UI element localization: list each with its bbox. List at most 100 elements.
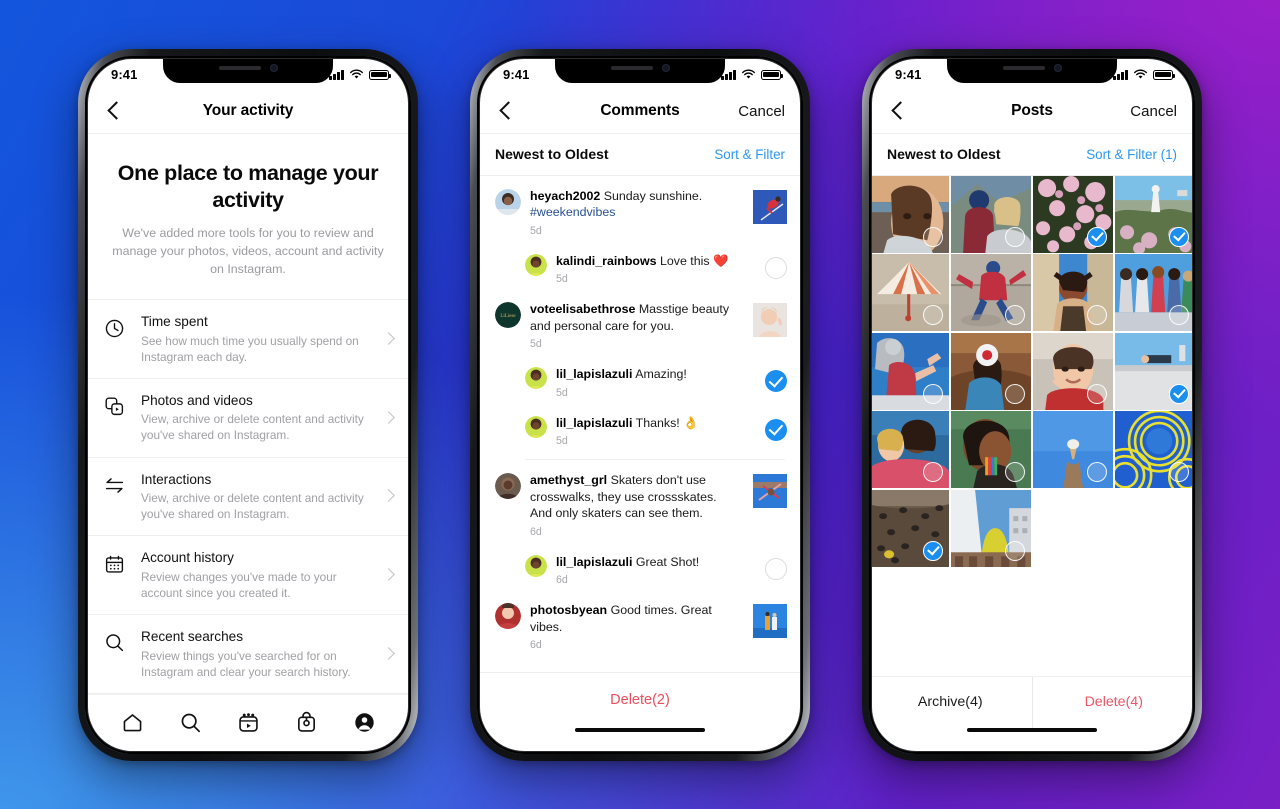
select-toggle-unchecked[interactable] xyxy=(923,383,944,404)
interactions-arrows-icon xyxy=(101,473,127,499)
sort-and-filter-button[interactable]: Sort & Filter xyxy=(714,147,785,162)
comment-time: 6d xyxy=(556,574,568,586)
avatar xyxy=(525,554,547,577)
grid-cell[interactable] xyxy=(1114,411,1195,488)
grid-cell[interactable] xyxy=(869,332,950,410)
select-toggle-unchecked[interactable] xyxy=(1169,305,1189,325)
phone-posts: 9:41 Posts Cancel Newest to Oldest Sort … xyxy=(862,48,1202,761)
grid-cell[interactable] xyxy=(869,175,950,253)
grid-cell[interactable] xyxy=(1032,332,1114,410)
archive-button[interactable]: Archive(4) xyxy=(869,676,1033,728)
comment-username[interactable]: lil_lapislazuli xyxy=(556,555,632,569)
select-toggle-checked[interactable] xyxy=(1169,226,1189,247)
calendar-icon xyxy=(101,551,127,577)
list-item-photos-and-videos[interactable]: Photos and videos View, archive or delet… xyxy=(85,379,411,458)
comment-item[interactable]: lil_lapislazuli Thanks! 👌 5d xyxy=(477,407,803,456)
comment-item[interactable]: lil_lapislazuli Amazing! 5d xyxy=(477,358,803,407)
cancel-button[interactable]: Cancel xyxy=(738,103,785,120)
delete-posts-button[interactable]: Delete(4) xyxy=(1033,677,1196,728)
list-item-account-history[interactable]: Account history Review changes you've ma… xyxy=(85,536,411,615)
comment-body: Thanks! 👌 xyxy=(635,415,699,430)
select-toggle-unchecked[interactable] xyxy=(1005,540,1026,561)
back-button[interactable] xyxy=(103,100,125,122)
status-time: 9:41 xyxy=(895,67,922,82)
back-button[interactable] xyxy=(887,100,909,122)
select-toggle-checked[interactable] xyxy=(765,418,787,441)
list-item-interactions[interactable]: Interactions View, archive or delete con… xyxy=(85,458,411,537)
select-toggle-unchecked[interactable] xyxy=(1005,226,1026,247)
status-icons xyxy=(1113,69,1176,80)
grid-cell[interactable] xyxy=(869,411,950,488)
grid-cell[interactable] xyxy=(1032,175,1114,253)
grid-cell[interactable] xyxy=(1114,332,1195,410)
comment-time: 5d xyxy=(556,386,568,399)
comment-item[interactable]: lil_lapislazuli Great Shot! 6d xyxy=(477,546,803,595)
back-button[interactable] xyxy=(495,100,517,122)
hashtag-link[interactable]: #weekendvibes xyxy=(530,205,615,219)
list-item-desc: Review things you've searched for on Ins… xyxy=(141,648,351,679)
comment-username[interactable]: photosbyean xyxy=(530,603,607,617)
home-icon[interactable] xyxy=(119,709,145,735)
comment-item[interactable]: kalindi_rainbows Love this ❤️ 5d xyxy=(477,245,803,294)
post-thumbnail[interactable] xyxy=(753,604,787,638)
grid-cell[interactable] xyxy=(869,489,950,567)
grid-cell[interactable] xyxy=(950,411,1032,488)
sort-and-filter-button[interactable]: Sort & Filter (1) xyxy=(1086,147,1177,162)
sort-row-2: Newest to Oldest Sort & Filter xyxy=(477,134,803,176)
grid-cell[interactable] xyxy=(950,175,1032,253)
comment-time: 5d xyxy=(530,338,542,350)
hero-heading: One place to manage your activity xyxy=(117,160,379,212)
reels-icon[interactable] xyxy=(235,709,261,735)
select-toggle-unchecked[interactable] xyxy=(1087,383,1108,404)
select-toggle-unchecked[interactable] xyxy=(1005,383,1026,404)
comment-time: 5d xyxy=(530,224,542,237)
grid-cell[interactable] xyxy=(950,332,1032,410)
search-icon[interactable] xyxy=(177,709,203,735)
post-thumbnail[interactable] xyxy=(753,303,787,337)
list-item-recent-searches[interactable]: Recent searches Review things you've sea… xyxy=(85,615,411,694)
grid-cell[interactable] xyxy=(950,254,1032,331)
comment-item[interactable]: heyach2002 Sunday sunshine. #weekendvibe… xyxy=(477,180,803,245)
select-toggle-unchecked[interactable] xyxy=(1169,462,1189,482)
avatar xyxy=(525,415,547,438)
select-toggle-checked[interactable] xyxy=(923,540,944,561)
comment-username[interactable]: lil_lapislazuli xyxy=(556,367,632,381)
comment-username[interactable]: lil_lapislazuli xyxy=(556,416,632,430)
select-toggle-unchecked[interactable] xyxy=(923,226,944,247)
comment-text: kalindi_rainbows Love this ❤️ xyxy=(556,253,748,270)
grid-cell[interactable] xyxy=(1114,254,1195,331)
comment-text: lil_lapislazuli Amazing! xyxy=(556,366,748,383)
sort-order-label: Newest to Oldest xyxy=(495,146,609,162)
comment-username[interactable]: voteelisabethrose xyxy=(530,302,635,316)
post-thumbnail[interactable] xyxy=(753,189,787,224)
list-item-desc: See how much time you usually spend on I… xyxy=(141,333,359,364)
list-item-time-spent[interactable]: Time spent See how much time you usually… xyxy=(85,300,411,379)
comment-username[interactable]: heyach2002 xyxy=(530,189,600,203)
comment-username[interactable]: kalindi_rainbows xyxy=(556,254,657,268)
grid-cell[interactable] xyxy=(869,254,950,331)
shop-bag-icon[interactable] xyxy=(293,709,319,735)
comment-username[interactable]: amethyst_grl xyxy=(530,473,607,487)
phone-comments: 9:41 Comments Cancel Newest to Oldest So… xyxy=(470,48,810,761)
select-toggle-checked[interactable] xyxy=(1087,226,1108,247)
comment-item[interactable]: amethyst_grl Skaters don't use crosswalk… xyxy=(477,464,803,546)
select-toggle-unchecked[interactable] xyxy=(765,256,787,279)
comment-item[interactable]: photosbyean Good times. Great vibes. 6d xyxy=(477,594,803,659)
list-item-desc: View, archive or delete content and acti… xyxy=(141,412,364,443)
comment-item[interactable]: LiLiese voteelisabethrose Masstige beaut… xyxy=(477,293,803,358)
select-toggle-unchecked[interactable] xyxy=(765,557,787,580)
select-toggle-checked[interactable] xyxy=(1169,383,1189,404)
status-icons xyxy=(721,69,784,80)
cancel-button[interactable]: Cancel xyxy=(1130,103,1177,120)
post-thumbnail[interactable] xyxy=(753,474,787,508)
comment-text: lil_lapislazuli Thanks! 👌 xyxy=(556,415,748,432)
grid-cell[interactable] xyxy=(1032,411,1114,488)
grid-cell[interactable] xyxy=(1114,175,1195,253)
profile-avatar-icon[interactable] xyxy=(351,709,377,735)
grid-cell[interactable] xyxy=(1032,254,1114,331)
delete-comments-button[interactable]: Delete(2) xyxy=(477,671,803,728)
select-toggle-unchecked[interactable] xyxy=(1087,462,1108,482)
select-toggle-unchecked[interactable] xyxy=(1087,305,1108,325)
select-toggle-checked[interactable] xyxy=(765,370,787,392)
grid-cell[interactable] xyxy=(950,489,1032,567)
